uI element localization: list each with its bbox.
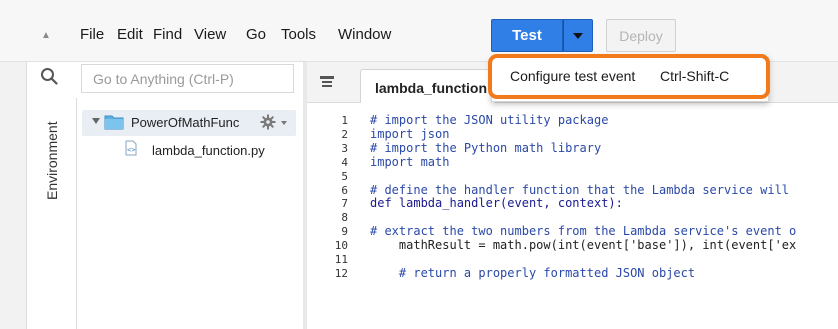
line-number: 1 — [341, 114, 348, 127]
folder-icon — [104, 115, 124, 130]
test-button[interactable]: Test — [491, 19, 563, 52]
line-number: 5 — [341, 170, 348, 183]
tree-root-label: PowerOfMathFunc — [131, 115, 240, 130]
line-number: 12 — [334, 267, 348, 280]
code-line: # import the Python math library — [370, 141, 602, 155]
line-number: 11 — [334, 253, 348, 266]
search-icon[interactable] — [40, 67, 58, 85]
menu-window[interactable]: Window — [338, 26, 391, 43]
code-line: mathResult = math.pow(int(event['base'])… — [370, 238, 797, 252]
code-line: # return a properly formatted JSON objec… — [370, 266, 696, 280]
svg-text:<>: <> — [127, 146, 135, 154]
menu-tools[interactable]: Tools — [281, 26, 316, 43]
line-number: 8 — [341, 211, 348, 224]
menu-view[interactable]: View — [194, 26, 226, 43]
expand-arrow-icon[interactable] — [92, 118, 100, 124]
tab-lambda-function[interactable]: lambda_function — [360, 69, 496, 103]
deploy-button[interactable]: Deploy — [606, 19, 676, 52]
line-number: 6 — [341, 184, 348, 197]
code-line: def lambda_handler(event, context): — [370, 196, 623, 210]
code-line: # extract the two numbers from the Lambd… — [370, 224, 797, 238]
code-line: # import the JSON utility package — [370, 113, 609, 127]
line-number: 4 — [341, 156, 348, 169]
menu-go[interactable]: Go — [246, 26, 266, 43]
collapse-arrow-icon[interactable]: ▲ — [41, 30, 51, 41]
annotation-highlight-box — [488, 54, 770, 99]
code-line: # define the handler function that the L… — [370, 183, 790, 197]
line-number: 10 — [334, 239, 348, 252]
editor-tab-label: lambda_function — [375, 80, 488, 96]
code-line: import math — [370, 155, 450, 169]
caret-down-icon — [573, 32, 583, 39]
code-line: import json — [370, 127, 450, 141]
left-rail — [0, 62, 27, 329]
gear-icon[interactable] — [260, 114, 276, 130]
menu-file[interactable]: File — [80, 26, 104, 43]
python-file-icon: <> — [125, 140, 137, 156]
line-number: 9 — [341, 225, 348, 238]
test-dropdown-button[interactable] — [563, 19, 593, 52]
line-number: 7 — [341, 197, 348, 210]
line-number: 2 — [341, 128, 348, 141]
menu-edit[interactable]: Edit — [117, 26, 143, 43]
menu-find[interactable]: Find — [153, 26, 182, 43]
go-to-anything-input[interactable] — [81, 64, 294, 93]
tab-list-icon[interactable] — [320, 76, 334, 88]
tree-file-label[interactable]: lambda_function.py — [152, 143, 265, 158]
environment-tab-label: Environment — [44, 121, 60, 200]
gear-caret-icon[interactable] — [281, 121, 287, 125]
line-number: 3 — [341, 142, 348, 155]
